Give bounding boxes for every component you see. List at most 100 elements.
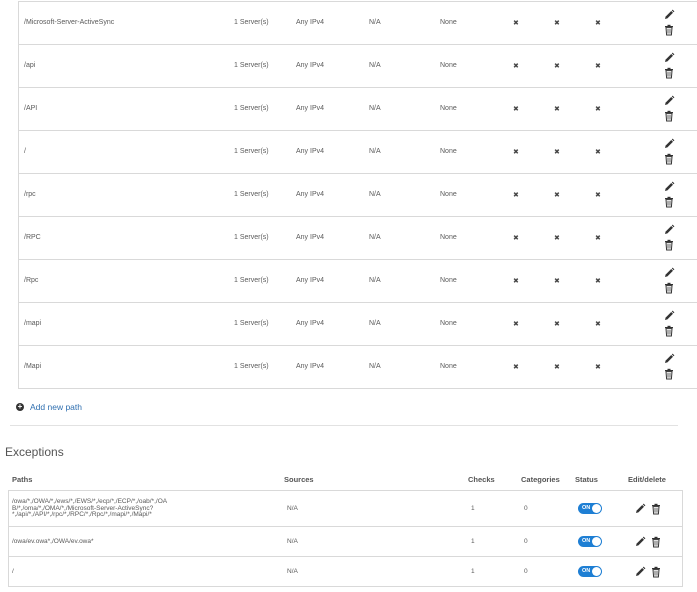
- row-actions: [663, 52, 677, 82]
- row-actions: [663, 9, 677, 39]
- cross-icon: ✖: [554, 192, 560, 199]
- exception-path: /: [12, 568, 217, 576]
- table-row: / 1 Server(s) Any IPv4 N/A None ✖ ✖ ✖: [19, 131, 697, 174]
- servers-cell: 1 Server(s): [234, 191, 269, 198]
- cross-icon: ✖: [513, 364, 519, 371]
- ip-cell: Any IPv4: [296, 320, 325, 327]
- exception-sources: N/A: [287, 568, 298, 575]
- pencil-icon[interactable]: [663, 224, 675, 236]
- cross-icon: ✖: [554, 20, 560, 27]
- path-cell: /Rpc: [24, 277, 39, 284]
- servers-cell: 1 Server(s): [234, 105, 269, 112]
- cross-icon: ✖: [513, 63, 519, 70]
- cross-icon: ✖: [595, 149, 601, 156]
- pencil-icon[interactable]: [663, 138, 675, 150]
- na-cell: N/A: [369, 19, 381, 26]
- servers-cell: 1 Server(s): [234, 363, 269, 370]
- table-row: /Rpc 1 Server(s) Any IPv4 N/A None ✖ ✖ ✖: [19, 260, 697, 303]
- servers-cell: 1 Server(s): [234, 62, 269, 69]
- cross-icon: ✖: [554, 364, 560, 371]
- pencil-icon[interactable]: [663, 9, 675, 21]
- none-cell: None: [440, 363, 457, 370]
- trash-icon[interactable]: [663, 282, 675, 294]
- table-row: /Microsoft-Server-ActiveSync 1 Server(s) A…: [19, 1, 697, 45]
- trash-icon[interactable]: [650, 536, 661, 548]
- cross-icon: ✖: [513, 235, 519, 242]
- row-actions: [663, 267, 677, 297]
- trash-icon[interactable]: [663, 196, 675, 208]
- exception-actions: [634, 536, 661, 548]
- servers-cell: 1 Server(s): [234, 234, 269, 241]
- pencil-icon[interactable]: [663, 95, 675, 107]
- trash-icon[interactable]: [663, 325, 675, 337]
- na-cell: N/A: [369, 148, 381, 155]
- header-categories: Categories: [521, 475, 560, 484]
- exception-path-line: /: [12, 568, 14, 575]
- pencil-icon[interactable]: [634, 536, 646, 547]
- path-cell: /rpc: [24, 191, 36, 198]
- status-toggle[interactable]: ON: [578, 503, 602, 514]
- cross-icon: ✖: [554, 321, 560, 328]
- exception-checks: 1: [471, 538, 475, 545]
- servers-cell: 1 Server(s): [234, 148, 269, 155]
- cross-icon: ✖: [595, 20, 601, 27]
- ip-cell: Any IPv4: [296, 62, 325, 69]
- status-toggle[interactable]: ON: [578, 536, 602, 547]
- trash-icon[interactable]: [663, 368, 675, 380]
- exception-checks: 1: [471, 568, 475, 575]
- ip-cell: Any IPv4: [296, 277, 325, 284]
- pencil-icon[interactable]: [663, 310, 675, 322]
- status-toggle[interactable]: ON: [578, 566, 602, 577]
- trash-icon[interactable]: [650, 566, 661, 578]
- exception-actions: [634, 503, 661, 515]
- trash-icon[interactable]: [663, 24, 675, 36]
- path-cell: /: [24, 148, 26, 155]
- trash-icon[interactable]: [663, 67, 675, 79]
- cross-icon: ✖: [513, 278, 519, 285]
- na-cell: N/A: [369, 105, 381, 112]
- add-new-path-link[interactable]: + Add new path: [16, 402, 82, 412]
- trash-icon[interactable]: [650, 503, 661, 515]
- path-cell: /api: [24, 62, 36, 69]
- trash-icon[interactable]: [663, 153, 675, 165]
- na-cell: N/A: [369, 363, 381, 370]
- pencil-icon[interactable]: [663, 52, 675, 64]
- cross-icon: ✖: [595, 235, 601, 242]
- ip-cell: Any IPv4: [296, 148, 325, 155]
- trash-icon[interactable]: [663, 110, 675, 122]
- toggle-knob: [592, 537, 601, 546]
- path-cell: /API: [24, 105, 38, 112]
- na-cell: N/A: [369, 320, 381, 327]
- pencil-icon[interactable]: [634, 566, 646, 577]
- none-cell: None: [440, 62, 457, 69]
- cross-icon: ✖: [554, 149, 560, 156]
- cross-icon: ✖: [554, 106, 560, 113]
- none-cell: None: [440, 277, 457, 284]
- header-paths: Paths: [12, 475, 33, 484]
- na-cell: N/A: [369, 234, 381, 241]
- exception-path: /owa/ev.owa*,/OWA/ev.owa*: [12, 538, 217, 546]
- servers-cell: 1 Server(s): [234, 19, 269, 26]
- cross-icon: ✖: [513, 321, 519, 328]
- exceptions-header: Paths Sources Checks Categories Status E…: [8, 473, 683, 490]
- header-sources: Sources: [284, 475, 314, 484]
- na-cell: N/A: [369, 277, 381, 284]
- cross-icon: ✖: [595, 63, 601, 70]
- servers-cell: 1 Server(s): [234, 277, 269, 284]
- row-actions: [663, 138, 677, 168]
- none-cell: None: [440, 234, 457, 241]
- paths-table: /Microsoft-Server-ActiveSync 1 Server(s) A…: [18, 1, 697, 389]
- exception-path-line: *,/api/*,/API/*,/rpc/*,/RPC/*,/Rpc/*,/ma…: [12, 511, 152, 518]
- exception-row: / N/A 1 0 ON: [8, 557, 683, 587]
- trash-icon[interactable]: [663, 239, 675, 251]
- exception-categories: 0: [524, 568, 528, 575]
- pencil-icon[interactable]: [663, 353, 675, 365]
- table-row: /api 1 Server(s) Any IPv4 N/A None ✖ ✖ ✖: [19, 45, 697, 88]
- header-checks: Checks: [468, 475, 495, 484]
- add-new-path-label: Add new path: [30, 402, 82, 412]
- pencil-icon[interactable]: [634, 503, 646, 514]
- pencil-icon[interactable]: [663, 267, 675, 279]
- pencil-icon[interactable]: [663, 181, 675, 193]
- ip-cell: Any IPv4: [296, 234, 325, 241]
- cross-icon: ✖: [595, 278, 601, 285]
